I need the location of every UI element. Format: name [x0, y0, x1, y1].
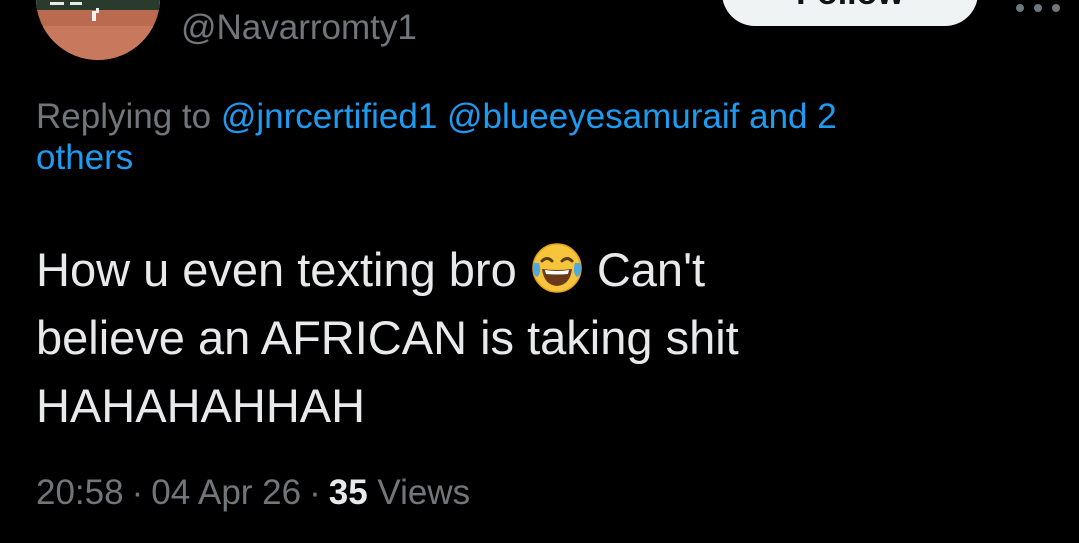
- tweet-text-line: believe an AFRICAN is taking shit: [36, 311, 739, 364]
- views-count[interactable]: 35: [329, 473, 368, 512]
- tweet-text-line: HAHAHAHHAH: [36, 379, 366, 432]
- and-others-link[interactable]: and 2: [749, 97, 837, 136]
- tweet-time[interactable]: 20:58: [36, 473, 124, 512]
- more-options-icon[interactable]: [1006, 0, 1070, 28]
- tweet-meta: 20:58 · 04 Apr 26 · 35 Views: [36, 471, 470, 515]
- follow-button[interactable]: Follow: [722, 0, 978, 26]
- meta-separator: ·: [131, 473, 144, 512]
- meta-separator: ·: [309, 473, 321, 512]
- avatar[interactable]: [36, 0, 160, 60]
- views-label[interactable]: Views: [377, 473, 470, 512]
- others-link[interactable]: others: [36, 138, 133, 177]
- avatar-image: [36, 0, 160, 60]
- tweet-text-line: Can't: [596, 243, 706, 296]
- mention-link[interactable]: @blueeyesamuraif: [447, 97, 739, 136]
- tweet-text-line: How u even texting bro: [36, 243, 517, 296]
- mention-link[interactable]: @jnrcertified1: [221, 97, 437, 136]
- tweet-date[interactable]: 04 Apr 26: [151, 473, 301, 512]
- face-with-tears-of-joy-icon: [532, 243, 582, 293]
- replying-to-label: Replying to: [36, 97, 212, 136]
- tweet-text: How u even texting bro Can't believe an …: [36, 236, 1056, 440]
- replying-to: Replying to @jnrcertified1 @blueeyesamur…: [36, 96, 1079, 178]
- user-handle[interactable]: @Navarromty1: [181, 6, 417, 50]
